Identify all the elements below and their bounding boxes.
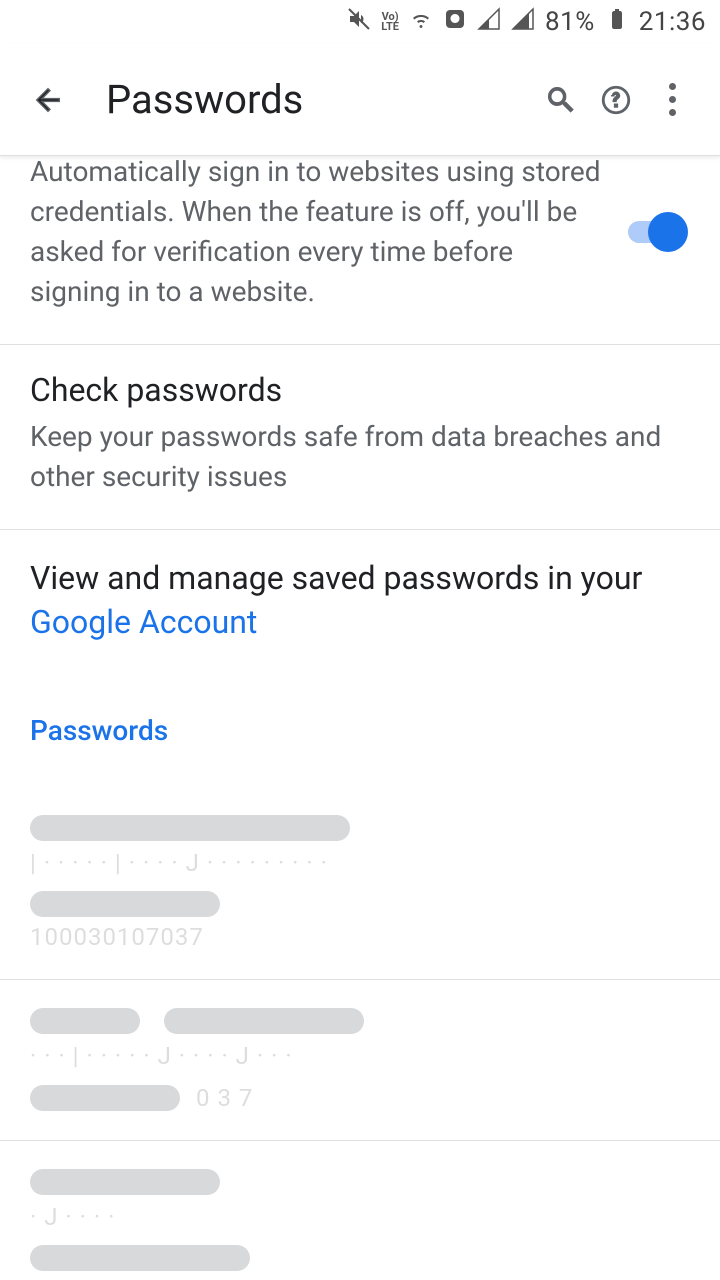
content-scroll[interactable]: Automatically sign in to websites using … bbox=[0, 156, 720, 1280]
google-account-link[interactable]: Google Account bbox=[30, 603, 257, 641]
search-icon bbox=[543, 83, 577, 117]
password-item[interactable]: | · · · · · | · · · · J · · · · · · · · … bbox=[0, 787, 720, 980]
password-list: | · · · · · | · · · · J · · · · · · · · … bbox=[0, 787, 720, 1280]
battery-percent: 81% bbox=[545, 7, 595, 37]
signal-2-icon bbox=[511, 7, 535, 37]
mute-icon bbox=[347, 7, 371, 37]
battery-icon bbox=[605, 7, 629, 37]
check-passwords-item[interactable]: Check passwords Keep your passwords safe… bbox=[0, 345, 720, 530]
password-item[interactable]: · J · · · · bbox=[0, 1141, 720, 1280]
overflow-menu-button[interactable] bbox=[644, 72, 700, 128]
arrow-left-icon bbox=[31, 83, 65, 117]
page-title: Passwords bbox=[106, 76, 532, 123]
back-button[interactable] bbox=[20, 72, 76, 128]
clock: 21:36 bbox=[639, 7, 706, 37]
auto-signin-toggle[interactable] bbox=[628, 221, 684, 243]
manage-in-account[interactable]: View and manage saved passwords in your … bbox=[0, 530, 720, 684]
signal-1-icon bbox=[477, 7, 501, 37]
app-bar: Passwords bbox=[0, 44, 720, 156]
more-vert-icon bbox=[669, 83, 676, 116]
manage-prefix: View and manage saved passwords in your bbox=[30, 559, 642, 597]
check-passwords-title: Check passwords bbox=[30, 371, 690, 409]
volte-icon: Vo)LTE bbox=[381, 12, 399, 32]
check-passwords-subtitle: Keep your passwords safe from data breac… bbox=[30, 417, 690, 497]
auto-signin-description: Automatically sign in to websites using … bbox=[30, 156, 608, 312]
wifi-icon bbox=[409, 7, 433, 37]
password-item[interactable]: · · · | · · · · · J · · · · J · · · 0 3 … bbox=[0, 980, 720, 1141]
auto-signin-setting[interactable]: Automatically sign in to websites using … bbox=[0, 156, 720, 345]
passwords-category-label: Passwords bbox=[0, 684, 720, 787]
help-icon bbox=[599, 83, 633, 117]
app-badge-icon bbox=[443, 7, 467, 37]
search-button[interactable] bbox=[532, 72, 588, 128]
status-bar: Vo)LTE 81% 21:36 bbox=[0, 0, 720, 44]
help-button[interactable] bbox=[588, 72, 644, 128]
